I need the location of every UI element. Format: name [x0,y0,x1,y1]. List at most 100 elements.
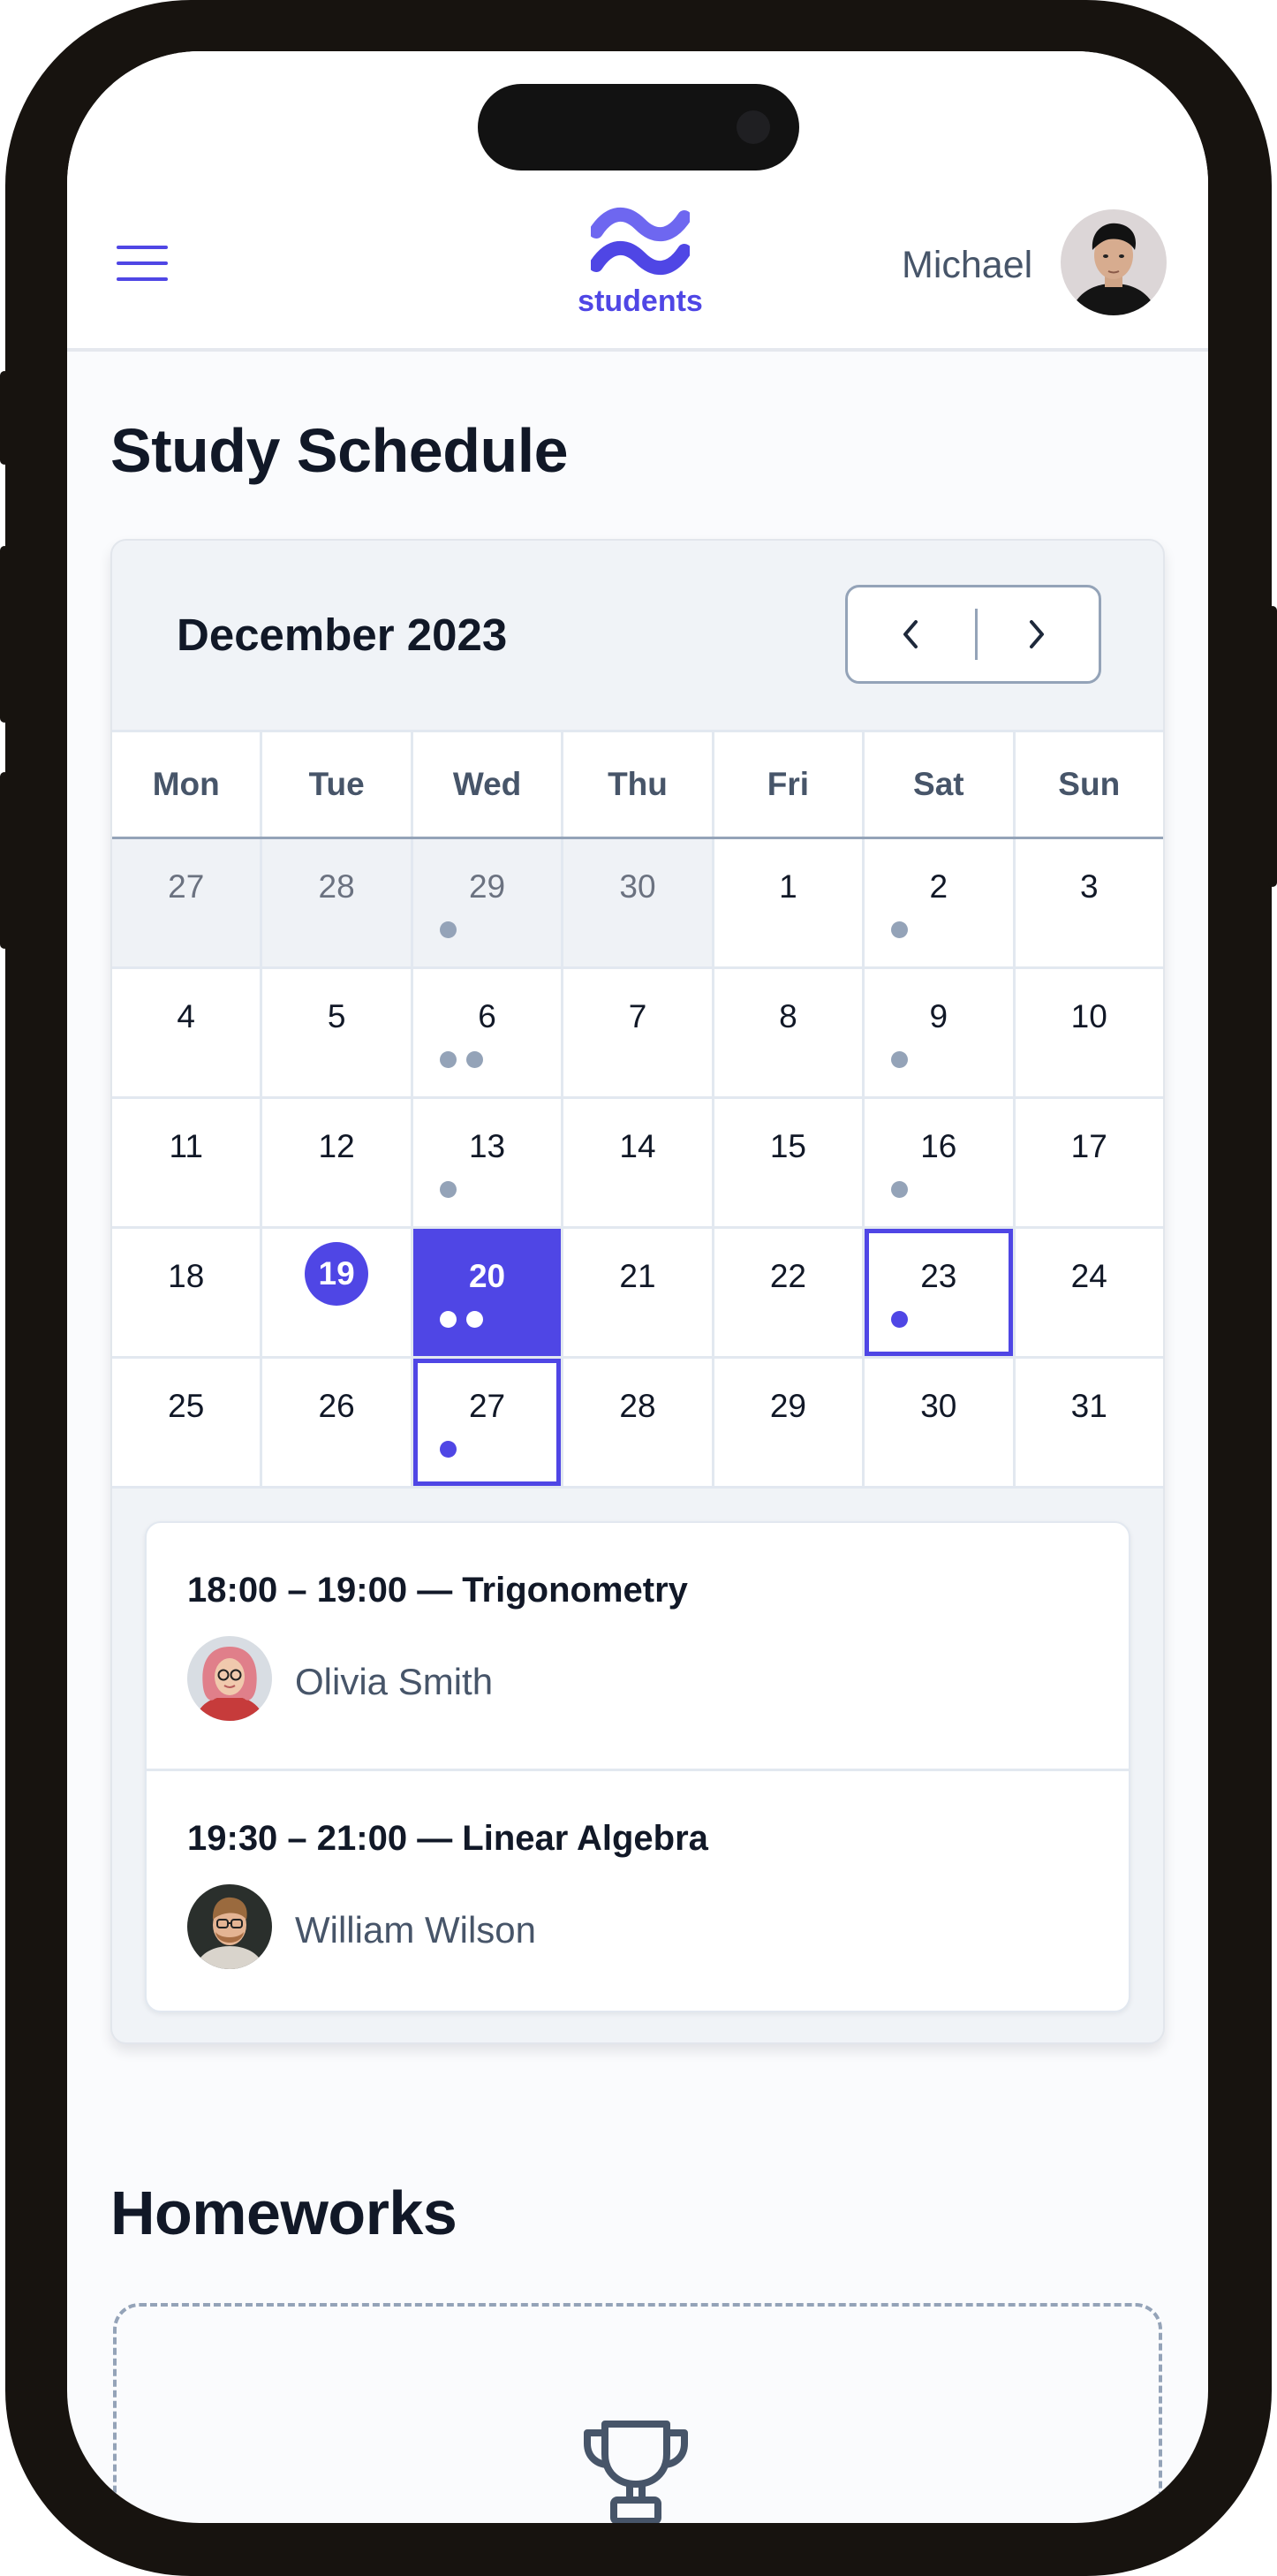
day-number: 9 [929,998,948,1034]
day-number: 13 [468,1128,506,1164]
weekday-label: Tue [262,732,413,837]
user-name[interactable]: Michael [902,244,1032,287]
schedule-title: Study Schedule [110,416,569,485]
month-label: December 2023 [177,610,508,660]
calendar-day[interactable]: 29 [412,839,564,966]
calendar-day[interactable]: 5 [262,969,413,1096]
previous-month-button[interactable] [848,587,974,681]
day-number: 28 [318,868,355,905]
event-title: 18:00 – 19:00 — Trigonometry [187,1571,688,1610]
event-indicator [891,1181,909,1198]
calendar-day[interactable]: 21 [563,1229,714,1356]
calendar-day[interactable]: 19 [262,1229,413,1356]
calendar-day[interactable]: 28 [262,839,413,966]
chevron-right-icon [1029,620,1044,648]
day-number: 1 [779,868,797,905]
calendar-day[interactable]: 27 [112,839,263,966]
event-dot [439,1181,457,1198]
volume-up-button [0,546,9,723]
day-number: 24 [1070,1258,1107,1294]
weekday-label: Mon [112,732,263,837]
calendar-day[interactable]: 11 [112,1099,263,1226]
event-item[interactable]: 19:30 – 21:00 — Linear Algebra William W… [147,1769,1129,2014]
event-person: Olivia Smith [295,1661,494,1702]
calendar-day[interactable]: 20 [412,1229,564,1356]
calendar-day[interactable]: 29 [714,1359,865,1486]
calendar-day[interactable]: 2 [865,839,1016,966]
calendar-day[interactable]: 14 [563,1099,714,1226]
power-button [1268,606,1277,887]
day-number: 14 [619,1128,656,1164]
front-camera [737,110,770,144]
calendar-day[interactable]: 13 [412,1099,564,1226]
weekday-label: Sat [865,732,1016,837]
calendar-day[interactable]: 9 [865,969,1016,1096]
calendar-day[interactable]: 17 [1015,1099,1163,1226]
day-number: 31 [1070,1388,1107,1424]
day-number: 28 [619,1388,656,1424]
event-dot [891,1311,909,1328]
day-number: 2 [929,868,948,905]
calendar-day[interactable]: 8 [714,969,865,1096]
weekday-label: Thu [563,732,714,837]
day-number: 27 [468,1388,506,1424]
calendar-day[interactable]: 25 [112,1359,263,1486]
logo-text: students [578,284,703,318]
calendar-day[interactable]: 4 [112,969,263,1096]
event-dot [439,921,457,938]
day-number: 10 [1070,998,1107,1034]
weekday-label: Sun [1058,766,1121,802]
day-number: 30 [920,1388,957,1424]
calendar-day[interactable]: 28 [563,1359,714,1486]
avatar [187,1884,272,1969]
day-number: 22 [769,1258,806,1294]
event-indicator [439,1441,457,1458]
dynamic-island [478,84,799,170]
event-dot [439,1051,457,1068]
day-number: 20 [468,1258,506,1294]
event-dot [891,1051,909,1068]
calendar-day[interactable]: 1 [714,839,865,966]
event-indicator [891,1051,909,1068]
calendar-day[interactable]: 16 [865,1099,1016,1226]
menu-icon[interactable] [117,246,168,281]
event-dot [891,921,909,938]
calendar-day[interactable]: 30 [865,1359,1016,1486]
event-indicator [439,921,457,938]
calendar-day[interactable]: 26 [262,1359,413,1486]
avatar[interactable] [1061,209,1167,315]
calendar-day[interactable]: 27 [412,1359,564,1486]
calendar-weeks: 27 28 29 30 1 2 3 4 5 6 7 8 9 10 11 12 13 14 15 16 17 18 19 20 2… [112,839,1163,1489]
calendar-day[interactable]: 18 [112,1229,263,1356]
day-number: 30 [619,868,656,905]
day-number: 29 [769,1388,806,1424]
calendar-day[interactable]: 31 [1015,1359,1163,1486]
day-number: 8 [779,998,797,1034]
calendar-day[interactable]: 22 [714,1229,865,1356]
logo[interactable]: students [548,207,733,319]
next-month-button[interactable] [972,587,1099,681]
day-number: 27 [168,868,205,905]
day-number: 12 [318,1128,355,1164]
day-number: 25 [168,1388,205,1424]
day-number: 17 [1070,1128,1107,1164]
calendar-day[interactable]: 15 [714,1099,865,1226]
calendar-day[interactable]: 6 [412,969,564,1096]
calendar-week-row: 4 5 6 7 8 9 10 [112,969,1163,1099]
calendar-day[interactable]: 24 [1015,1229,1163,1356]
event-item[interactable]: 18:00 – 19:00 — Trigonometry Olivia Smit… [147,1523,1129,1769]
calendar-day[interactable]: 23 [865,1229,1016,1356]
weekday-label: Wed [413,732,564,837]
day-number: 29 [468,868,506,905]
day-number: 7 [628,998,647,1034]
screen: students Michael Study Schedule December… [67,51,1208,2523]
calendar-day[interactable]: 7 [563,969,714,1096]
day-number: 18 [168,1258,205,1294]
calendar-day[interactable]: 30 [563,839,714,966]
calendar-day[interactable]: 3 [1015,839,1163,966]
calendar-week-row: 25 26 27 28 29 30 31 [112,1359,1163,1489]
calendar-day[interactable]: 12 [262,1099,413,1226]
day-number: 4 [177,998,195,1034]
calendar-day[interactable]: 10 [1015,969,1163,1096]
event-indicator [439,1181,457,1198]
